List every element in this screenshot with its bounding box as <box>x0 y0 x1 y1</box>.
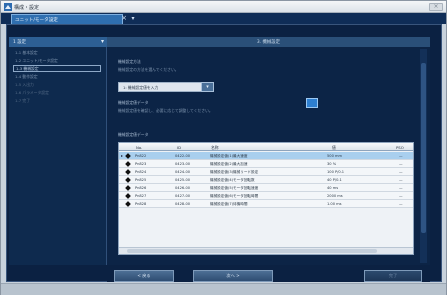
section-desc-data: 機械設定値を確認し、必要に応じて調整してください。 <box>118 108 213 113</box>
next-button[interactable]: 次へ > <box>193 270 273 282</box>
status-bar <box>1 283 446 295</box>
cell-value[interactable]: 100 P/0.1 <box>327 170 344 174</box>
cell-pso: — <box>399 201 403 206</box>
method-select[interactable]: 1: 機械設定値を入力 <box>118 82 214 92</box>
table-row[interactable]: Pn825 0425-00 機械設定値(4)モータ回転数 40 P/0.1 — <box>119 176 413 184</box>
cell-name: 機械設定値(3)機械リード設定 <box>210 169 259 174</box>
window-title: 構成・設定 <box>14 5 40 11</box>
nav-item-finish[interactable]: 1-7 完了 <box>13 97 101 104</box>
table-header: No. ID 名称 値 PSO <box>118 142 414 151</box>
diamond-icon <box>125 185 131 191</box>
cell-name: 機械設定値(7)待機時間 <box>210 201 248 206</box>
cell-no: Pn828 <box>135 201 147 206</box>
cell-id: 0426-00 <box>175 185 191 190</box>
cell-value[interactable]: 40 P/0.1 <box>327 178 342 182</box>
cell-pso: — <box>399 161 403 166</box>
table-horizontal-scrollbar[interactable] <box>119 247 413 254</box>
cell-value[interactable]: 1.00 ms <box>327 202 342 206</box>
table-row[interactable]: ▸ Pn822 0422-00 機械設定値(1)最大速度 500 mm — <box>119 152 413 160</box>
tab-add-icon[interactable]: ▾ <box>128 14 138 24</box>
cell-value[interactable]: 2000 ms <box>327 194 343 198</box>
table-row[interactable]: Pn823 0423-00 機械設定値(2)最大加速 30 % — <box>119 160 413 168</box>
column-header-pso[interactable]: PSO <box>396 145 404 150</box>
cell-value[interactable]: 40 ms <box>327 186 338 190</box>
cell-pso: — <box>399 177 403 182</box>
nav-item-basic[interactable]: 1-1 基本設定 <box>13 49 101 56</box>
nav-item-machine[interactable]: 1-3 機械設定 <box>13 65 101 72</box>
diamond-icon <box>125 153 131 159</box>
cell-value[interactable]: 30 % <box>327 162 336 166</box>
cell-name: 機械設定値(5)モータ回転速度 <box>210 185 259 190</box>
cell-name: 機械設定値(1)最大速度 <box>210 153 248 158</box>
column-header-no[interactable]: No. <box>136 145 142 150</box>
cell-id: 0422-00 <box>175 153 191 158</box>
content-header: 3. 機械設定 <box>107 37 430 47</box>
column-header-value[interactable]: 値 <box>332 145 336 151</box>
cell-pso: — <box>399 185 403 190</box>
cell-no: Pn825 <box>135 177 147 182</box>
tab-unit-motor[interactable]: ユニット/モータ設定 <box>11 14 123 24</box>
tab-label: ユニット/モータ設定 <box>15 18 58 23</box>
cell-name: 機械設定値(4)モータ回転数 <box>210 177 255 182</box>
cell-id: 0425-00 <box>175 177 191 182</box>
app-icon <box>4 3 12 11</box>
cell-value[interactable]: 500 mm <box>327 154 342 158</box>
cell-pso: — <box>399 169 403 174</box>
cell-no: Pn826 <box>135 185 147 190</box>
diamond-icon <box>125 161 131 167</box>
back-button[interactable]: < 戻る <box>114 270 174 282</box>
nav-item-parameters[interactable]: 1-6 パラメータ設定 <box>13 89 101 96</box>
cell-no: Pn822 <box>135 153 147 158</box>
dropdown-arrow-icon[interactable]: ▾ <box>201 82 214 92</box>
scrollbar-thumb[interactable] <box>421 63 426 233</box>
cell-no: Pn824 <box>135 169 147 174</box>
table-row[interactable]: Pn828 0428-00 機械設定値(7)待機時間 1.00 ms — <box>119 200 413 208</box>
diamond-icon <box>125 177 131 183</box>
title-bar: 構成・設定 × <box>1 1 446 13</box>
table-row[interactable]: Pn827 0427-00 機械設定値(6)モータ回転時間 2000 ms — <box>119 192 413 200</box>
nav-header-label: 1 設定 <box>13 40 26 45</box>
method-select-value: 1: 機械設定値を入力 <box>123 85 159 90</box>
nav-item-operation[interactable]: 1-4 動作設定 <box>13 73 101 80</box>
table-row[interactable]: Pn826 0426-00 機械設定値(5)モータ回転速度 40 ms — <box>119 184 413 192</box>
nav-item-unit-motor[interactable]: 1-2 ユニット/モータ設定 <box>13 57 101 64</box>
section-desc-method: 機械設定の方法を選んでください。 <box>118 67 179 72</box>
cell-no: Pn823 <box>135 161 147 166</box>
scrollbar-thumb[interactable] <box>127 249 377 253</box>
page-title: 3. 機械設定 <box>256 40 281 45</box>
cell-id: 0424-00 <box>175 169 191 174</box>
diamond-icon <box>125 193 131 199</box>
cell-no: Pn827 <box>135 193 147 198</box>
nav-item-io[interactable]: 1-5 入出力 <box>13 81 101 88</box>
finish-button[interactable]: 完了 <box>364 270 422 282</box>
column-header-name[interactable]: 名称 <box>211 145 219 151</box>
cell-id: 0423-00 <box>175 161 191 166</box>
window-close-button[interactable]: × <box>429 3 443 11</box>
table-row[interactable]: Pn824 0424-00 機械設定値(3)機械リード設定 100 P/0.1 … <box>119 168 413 176</box>
cell-id: 0428-00 <box>175 201 191 206</box>
cell-name: 機械設定値(6)モータ回転時間 <box>210 193 259 198</box>
app-window: 構成・設定 × ユニット/モータ設定 × ▾ 1 設定 ▾ 1-1 基本設定 1… <box>0 0 447 295</box>
diamond-icon <box>125 201 131 207</box>
tab-bar: ユニット/モータ設定 × ▾ <box>1 13 446 24</box>
info-icon[interactable] <box>306 98 318 108</box>
cell-pso: — <box>399 193 403 198</box>
cell-name: 機械設定値(2)最大加速 <box>210 161 248 166</box>
content-vertical-scrollbar[interactable] <box>420 49 427 263</box>
cell-id: 0427-00 <box>175 193 191 198</box>
table-caption: 機械設定値データ <box>118 132 149 137</box>
row-pointer-icon: ▸ <box>121 153 124 158</box>
cell-pso: — <box>399 153 403 158</box>
column-header-id[interactable]: ID <box>177 145 181 150</box>
nav-header[interactable]: 1 設定 ▾ <box>9 37 107 47</box>
section-title-method: 機械設定方法 <box>118 59 141 64</box>
chevron-down-icon: ▾ <box>100 38 104 45</box>
diamond-icon <box>125 169 131 175</box>
section-title-data: 機械設定値データ <box>118 100 149 105</box>
